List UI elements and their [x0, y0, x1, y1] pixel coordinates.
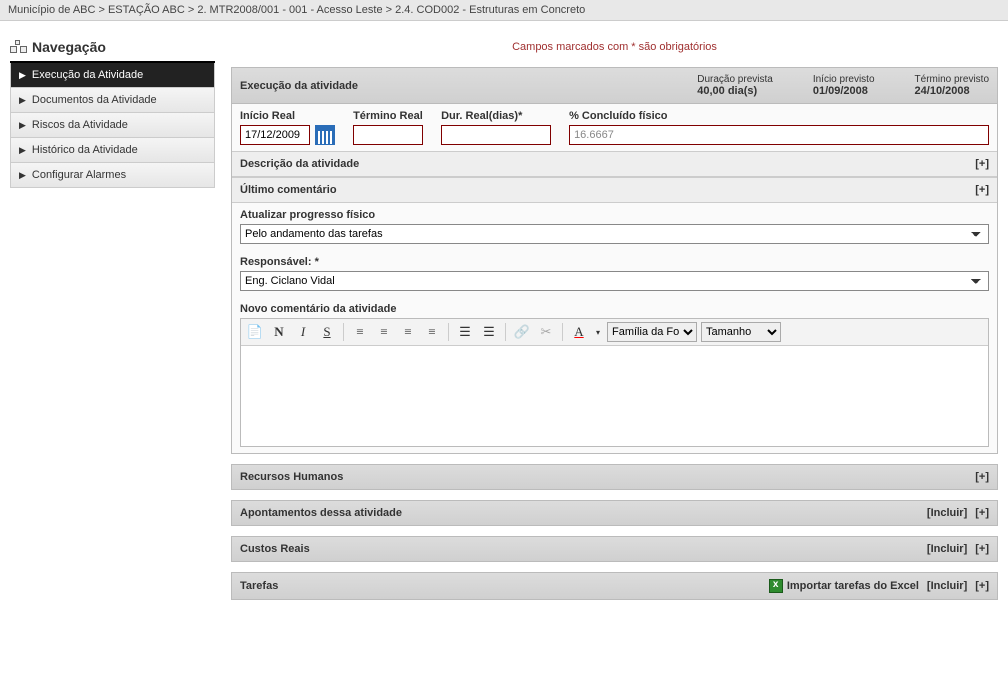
sidebar-title: Navegação [10, 35, 215, 63]
panel-apontamentos: Apontamentos dessa atividade [Incluir] [… [231, 500, 998, 526]
breadcrumb: Município de ABC > ESTAÇÃO ABC > 2. MTR2… [0, 0, 1008, 21]
inicio-real-input[interactable] [240, 125, 310, 145]
label-termino-real: Término Real [353, 110, 423, 122]
new-doc-icon[interactable]: 📄 [245, 322, 265, 342]
nav-label: Histórico da Atividade [32, 144, 138, 156]
panel-execucao: Execução da atividade Duração prevista 4… [231, 67, 998, 454]
nav-label: Execução da Atividade [32, 69, 143, 81]
text-color-icon[interactable]: A [569, 322, 589, 342]
required-fields-note: Campos marcados com * são obrigatórios [231, 35, 998, 67]
termino-real-input[interactable] [353, 125, 423, 145]
triangle-icon: ▶ [19, 95, 26, 106]
meta-value: 24/10/2008 [915, 85, 989, 97]
meta-label: Início previsto [813, 74, 875, 85]
panel-recursos-humanos: Recursos Humanos [+] [231, 464, 998, 490]
nav-label: Riscos da Atividade [32, 119, 128, 131]
nav-item-execucao[interactable]: ▶ Execução da Atividade [10, 63, 215, 88]
nav-item-documentos[interactable]: ▶ Documentos da Atividade [10, 88, 215, 113]
font-family-select[interactable]: Família da Fon [607, 322, 697, 342]
label-atualizar: Atualizar progresso físico [240, 209, 989, 221]
italic-icon[interactable]: I [293, 322, 313, 342]
font-size-select[interactable]: Tamanho [701, 322, 781, 342]
panel-title: Custos Reais [240, 543, 310, 555]
sub-title: Último comentário [240, 184, 337, 196]
editor-toolbar: 📄 N I S ≡ ≡ ≡ ≡ ☰ ☰ 🔗 ✂ [241, 319, 988, 346]
rich-text-editor: 📄 N I S ≡ ≡ ≡ ≡ ☰ ☰ 🔗 ✂ [240, 318, 989, 447]
link-icon[interactable]: 🔗 [512, 322, 532, 342]
unlink-icon[interactable]: ✂ [536, 322, 556, 342]
align-justify-icon[interactable]: ≡ [422, 322, 442, 342]
nav-item-riscos[interactable]: ▶ Riscos da Atividade [10, 113, 215, 138]
expand-icon[interactable]: [+] [975, 580, 989, 592]
underline-icon[interactable]: S [317, 322, 337, 342]
bold-icon[interactable]: N [269, 322, 289, 342]
label-novo-comentario: Novo comentário da atividade [240, 303, 989, 315]
concluido-input [569, 125, 989, 145]
triangle-icon: ▶ [19, 70, 26, 81]
meta-label: Término previsto [915, 74, 989, 85]
sub-title: Descrição da atividade [240, 158, 359, 170]
dur-real-input[interactable] [441, 125, 551, 145]
nav-label: Documentos da Atividade [32, 94, 157, 106]
triangle-icon: ▶ [19, 145, 26, 156]
align-left-icon[interactable]: ≡ [350, 322, 370, 342]
calendar-icon[interactable] [315, 125, 335, 145]
align-right-icon[interactable]: ≡ [398, 322, 418, 342]
excel-icon [769, 579, 783, 593]
expand-icon[interactable]: [+] [975, 471, 989, 483]
panel-title: Execução da atividade [240, 80, 358, 92]
number-list-icon[interactable]: ☰ [479, 322, 499, 342]
import-excel-link[interactable]: Importar tarefas do Excel [769, 579, 919, 593]
triangle-icon: ▶ [19, 120, 26, 131]
bullet-list-icon[interactable]: ☰ [455, 322, 475, 342]
sub-descricao[interactable]: Descrição da atividade [+] [232, 151, 997, 177]
text-color-dropdown-icon[interactable]: ▾ [593, 322, 603, 342]
label-responsavel: Responsável: * [240, 256, 989, 268]
responsavel-select[interactable]: Eng. Ciclano Vidal [240, 271, 989, 291]
editor-textarea[interactable] [241, 346, 988, 446]
atualizar-select[interactable]: Pelo andamento das tarefas [240, 224, 989, 244]
nav-item-historico[interactable]: ▶ Histórico da Atividade [10, 138, 215, 163]
sub-ultimo-comentario[interactable]: Último comentário [+] [232, 177, 997, 203]
meta-value: 01/09/2008 [813, 85, 875, 97]
triangle-icon: ▶ [19, 170, 26, 181]
align-center-icon[interactable]: ≡ [374, 322, 394, 342]
meta-value: 40,00 dia(s) [697, 85, 773, 97]
org-chart-icon [10, 40, 26, 54]
panel-tarefas: Tarefas Importar tarefas do Excel [Inclu… [231, 572, 998, 600]
expand-icon[interactable]: [+] [975, 184, 989, 196]
expand-icon[interactable]: [+] [975, 158, 989, 170]
incluir-link[interactable]: [Incluir] [927, 507, 967, 519]
expand-icon[interactable]: [+] [975, 507, 989, 519]
nav-label: Configurar Alarmes [32, 169, 126, 181]
panel-title: Recursos Humanos [240, 471, 343, 483]
main-content: Campos marcados com * são obrigatórios E… [231, 35, 998, 610]
panel-custos-reais: Custos Reais [Incluir] [+] [231, 536, 998, 562]
label-inicio-real: Início Real [240, 110, 335, 122]
nav-item-configurar-alarmes[interactable]: ▶ Configurar Alarmes [10, 163, 215, 188]
label-concluido: % Concluído físico [569, 110, 989, 122]
sidebar: Navegação ▶ Execução da Atividade ▶ Docu… [10, 35, 215, 610]
panel-header-execucao: Execução da atividade Duração prevista 4… [232, 68, 997, 104]
panel-title: Apontamentos dessa atividade [240, 507, 402, 519]
expand-icon[interactable]: [+] [975, 543, 989, 555]
label-dur-real: Dur. Real(dias)* [441, 110, 551, 122]
meta-label: Duração prevista [697, 74, 773, 85]
incluir-link[interactable]: [Incluir] [927, 580, 967, 592]
incluir-link[interactable]: [Incluir] [927, 543, 967, 555]
panel-title: Tarefas [240, 580, 278, 592]
